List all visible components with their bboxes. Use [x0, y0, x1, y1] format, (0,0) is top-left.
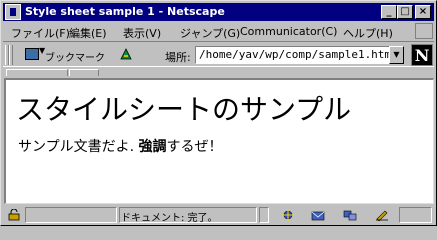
- title-bar[interactable]: Style sheet sample 1 - Netscape _ □ ×: [3, 3, 434, 21]
- maximize-button[interactable]: □: [397, 5, 413, 19]
- location-input[interactable]: /home/yav/wp/comp/sample1.html: [195, 46, 391, 64]
- collapsed-toolbar-tabs: [3, 68, 434, 76]
- menu-go[interactable]: ジャンプ(G): [180, 25, 240, 41]
- toolbar-grip-2: [9, 45, 13, 65]
- menu-communicator[interactable]: Communicator(C): [240, 25, 337, 38]
- page-paragraph: サンプル文書だよ. 強調するぜ！: [18, 136, 222, 156]
- toolbar-tab-personal[interactable]: [69, 69, 99, 76]
- resize-grip[interactable]: [399, 207, 432, 223]
- page-heading: スタイルシートのサンプル: [16, 93, 352, 126]
- paragraph-text-end: するぜ！: [166, 139, 223, 155]
- bookmarks-button[interactable]: ブックマーク: [45, 49, 105, 64]
- app-icon[interactable]: [5, 4, 21, 20]
- composer-icon[interactable]: [375, 209, 389, 221]
- menu-file[interactable]: ファイル(F): [11, 25, 70, 41]
- emphasis-text: 強調: [138, 139, 167, 155]
- mail-icon[interactable]: [311, 209, 325, 221]
- menu-bar: ファイル(F) 編集(E) 表示(V) ジャンプ(G) Communicator…: [3, 22, 434, 40]
- paragraph-text: サンプル文書だよ.: [18, 139, 135, 155]
- discussion-icon[interactable]: [343, 209, 357, 221]
- status-bar: ドキュメント: 完了。: [3, 206, 434, 224]
- status-text: ドキュメント: 完了。: [121, 213, 218, 224]
- location-toolbar: ▼ ブックマーク 場所: /home/yav/wp/comp/sample1.h…: [3, 41, 434, 67]
- progress-cell: [25, 207, 117, 223]
- location-label: 場所:: [165, 51, 191, 64]
- menu-view[interactable]: 表示(V): [123, 25, 161, 41]
- menu-help[interactable]: ヘルプ(H): [343, 25, 393, 41]
- navigator-icon[interactable]: [281, 209, 295, 221]
- menu-edit[interactable]: 編集(E): [69, 25, 107, 41]
- page-content: スタイルシートのサンプル サンプル文書だよ. 強調するぜ！: [4, 78, 434, 204]
- related-links-icon[interactable]: [119, 47, 133, 61]
- throbber-area: [415, 23, 433, 39]
- netscape-n-icon[interactable]: N: [411, 44, 433, 66]
- security-lock-icon[interactable]: [7, 209, 21, 221]
- minimize-button[interactable]: _: [381, 5, 397, 19]
- window-title: Style sheet sample 1 - Netscape: [25, 5, 225, 18]
- toolbar-tab-navigation[interactable]: [6, 69, 68, 76]
- browser-window: Style sheet sample 1 - Netscape _ □ × ファ…: [0, 0, 437, 226]
- bookmark-icon[interactable]: [25, 48, 39, 60]
- close-button[interactable]: ×: [415, 5, 431, 19]
- location-dropdown-button[interactable]: ▼: [389, 46, 404, 64]
- status-grip: [259, 207, 269, 223]
